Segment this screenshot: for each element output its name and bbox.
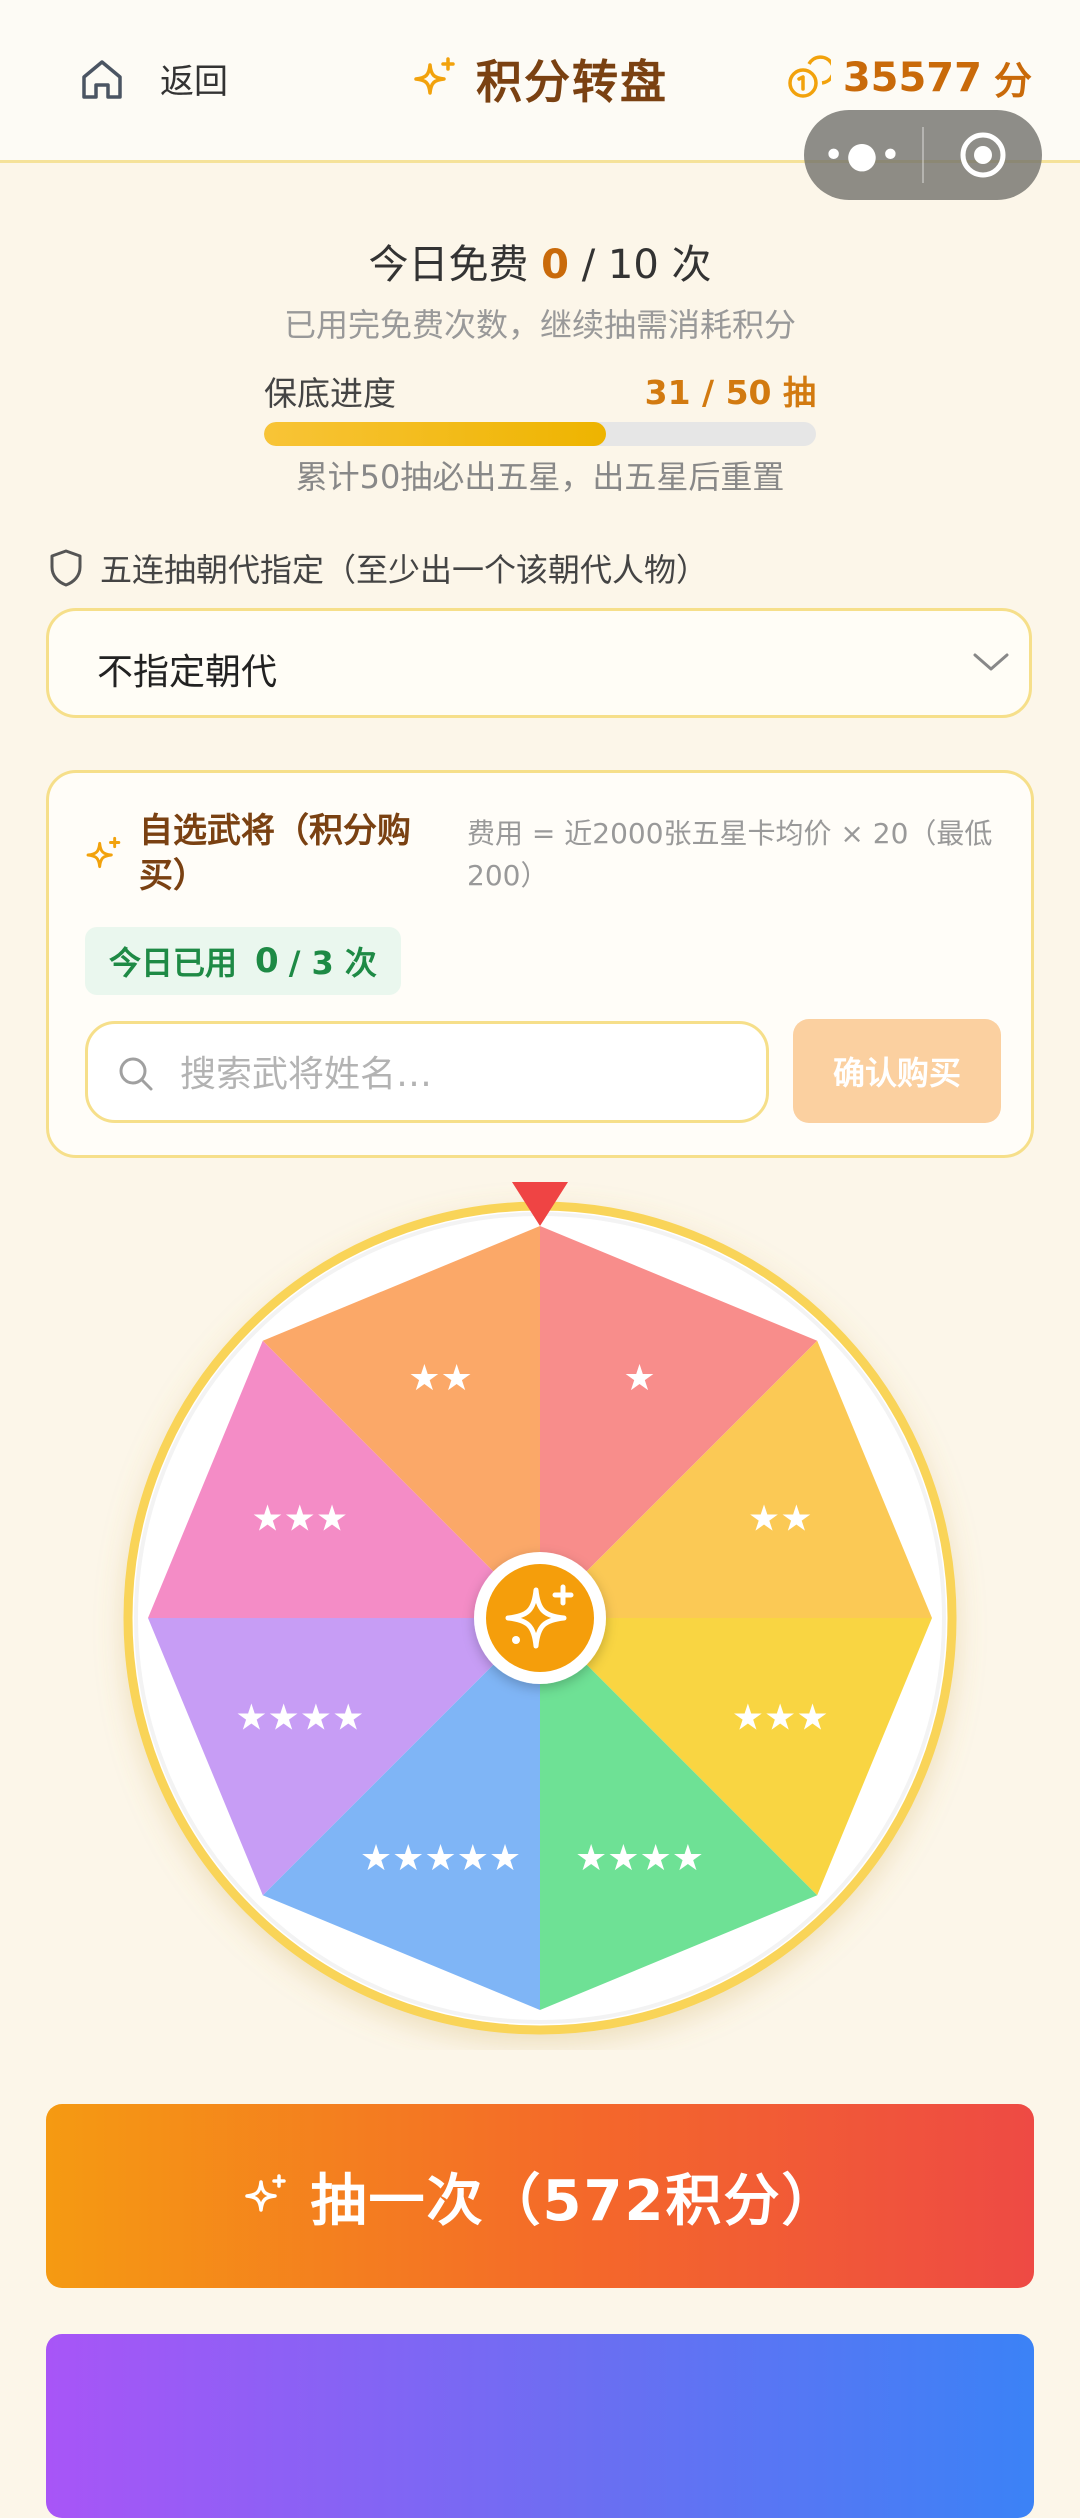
confirm-purchase-button[interactable]: 确认购买 xyxy=(793,1019,1001,1123)
free-draws-note: 已用完免费次数，继续抽需消耗积分 xyxy=(283,306,796,344)
sparkles-icon xyxy=(244,2174,286,2212)
free-draws-total: / 10 次 xyxy=(581,242,712,288)
draw-once-button[interactable]: 抽一次（572积分） xyxy=(46,2104,1034,2288)
wheel-segment-label: ★★★ xyxy=(251,1499,348,1540)
daily-used-badge: 今日已用 0 / 3 次 xyxy=(85,927,401,995)
coins-icon xyxy=(788,54,831,98)
custom-general-title: 自选武将（积分购买） xyxy=(139,811,411,896)
custom-general-fee: 费用 = 近2000张五星卡均价 × 20（最低200） xyxy=(467,817,993,892)
points-value: 35577 xyxy=(842,54,982,101)
wheel-segment-label: ★★★ xyxy=(732,1698,829,1739)
dynasty-label: 五连抽朝代指定（至少出一个该朝代人物） xyxy=(100,551,709,589)
more-icon[interactable]: •●• xyxy=(804,135,922,176)
custom-general-panel: 自选武将（积分购买） 费用 = 近2000张五星卡均价 × 20（最低200） … xyxy=(46,770,1034,1158)
sparkles-icon xyxy=(86,836,121,869)
wheel-segment-label: ★★★★ xyxy=(235,1698,364,1739)
wheel-segment-label: ★★★★★ xyxy=(360,1838,521,1879)
shield-icon xyxy=(50,549,82,587)
pity-progress-bar xyxy=(264,422,816,446)
wheel-segment-label: ★★ xyxy=(748,1499,813,1540)
dynasty-select[interactable]: 不指定朝代 xyxy=(46,608,1032,718)
free-draws-label: 今日免费 xyxy=(368,242,529,288)
miniprogram-capsule: •●• xyxy=(804,110,1042,200)
wheel-segment-label: ★★★★ xyxy=(575,1838,704,1879)
page-title: 积分转盘 xyxy=(410,44,668,114)
search-icon xyxy=(119,1057,153,1091)
target-icon xyxy=(960,132,1006,178)
pity-label: 保底进度 xyxy=(264,374,396,413)
pity-note: 累计50抽必出五星，出五星后重置 xyxy=(295,458,785,496)
daily-used-label: 今日已用 xyxy=(109,944,238,982)
pity-progress-fill xyxy=(264,422,607,446)
free-draws-used: 0 xyxy=(541,242,570,288)
chevron-down-icon xyxy=(973,653,1009,671)
general-search-box xyxy=(85,1021,769,1123)
prize-wheel[interactable]: ★★★★★★★★★★★★★★★★★★★★★★★★ xyxy=(0,1170,1080,2050)
draw-five-button[interactable] xyxy=(46,2334,1034,2518)
general-search-input[interactable] xyxy=(178,1042,742,1106)
wheel-segment-label: ★ xyxy=(623,1358,655,1399)
dynasty-label-row: 五连抽朝代指定（至少出一个该朝代人物） xyxy=(48,545,708,591)
close-target-button[interactable] xyxy=(924,129,1042,181)
points-balance: 35577 分 xyxy=(785,50,1032,105)
daily-used-total: / 3 次 xyxy=(288,944,377,982)
free-draws-line: 今日免费 0 / 10 次 xyxy=(0,232,1080,290)
wheel-hub[interactable] xyxy=(486,1564,594,1672)
wheel-segment-label: ★★ xyxy=(408,1358,473,1399)
points-unit: 分 xyxy=(993,59,1032,103)
draw-once-label: 抽一次（572积分） xyxy=(310,2168,840,2234)
back-button[interactable]: 返回 xyxy=(160,54,228,103)
pity-count: 31 / 50 抽 xyxy=(644,373,816,412)
dynasty-selected-value: 不指定朝代 xyxy=(97,652,278,693)
title-text: 积分转盘 xyxy=(476,55,668,109)
daily-used-count: 0 xyxy=(255,941,279,981)
sparkles-icon xyxy=(414,57,455,95)
home-icon[interactable] xyxy=(78,55,126,103)
